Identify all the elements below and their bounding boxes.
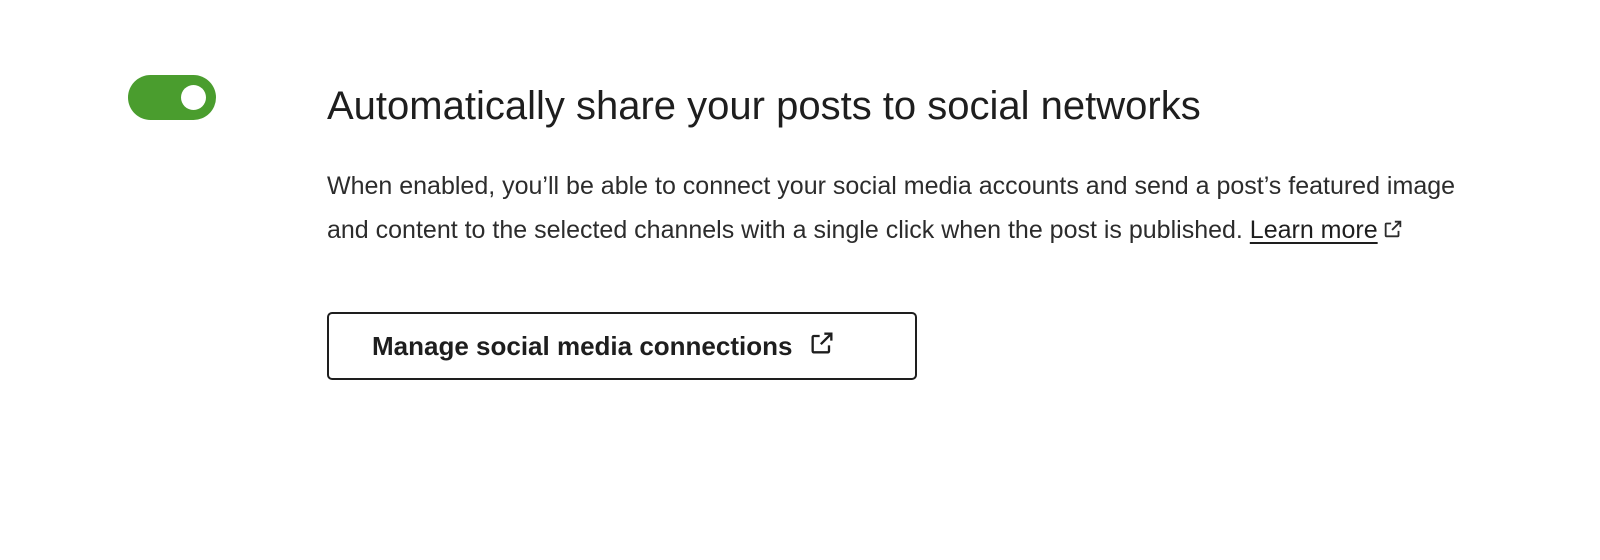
manage-connections-label: Manage social media connections <box>372 330 793 361</box>
section-description: When enabled, you’ll be able to connect … <box>327 164 1457 254</box>
external-link-icon <box>808 329 836 364</box>
toggle-knob <box>181 85 206 110</box>
external-link-icon <box>1382 210 1404 254</box>
manage-connections-button[interactable]: Manage social media connections <box>327 312 917 380</box>
auto-share-toggle[interactable] <box>128 75 216 120</box>
settings-content: Automatically share your posts to social… <box>327 78 1487 380</box>
publicize-settings-card: Automatically share your posts to social… <box>0 0 1600 560</box>
section-heading: Automatically share your posts to social… <box>327 84 1201 128</box>
learn-more-label: Learn more <box>1249 216 1378 244</box>
learn-more-link[interactable]: Learn more <box>1250 216 1378 244</box>
